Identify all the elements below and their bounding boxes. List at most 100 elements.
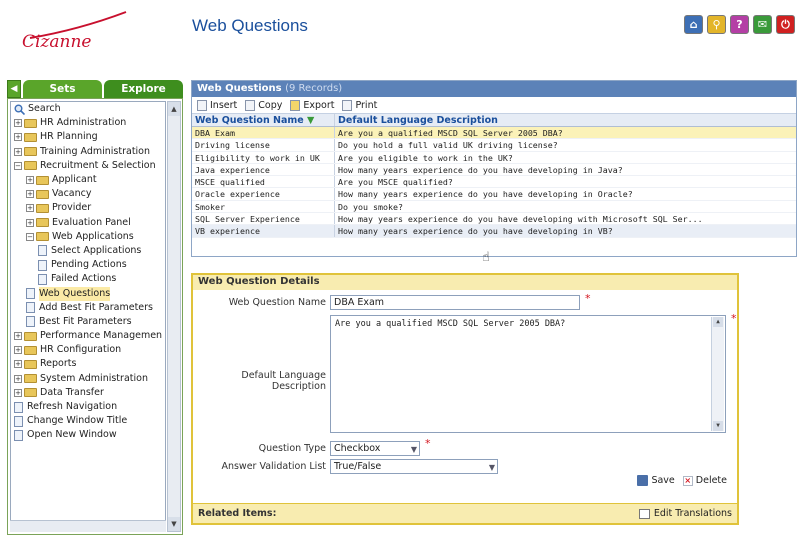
description-scrollbar[interactable]: ▲ ▼: [711, 317, 724, 431]
expand-icon[interactable]: +: [14, 374, 22, 383]
sidebar: ◀ Sets Explore Search + HR Administration +…: [7, 80, 183, 535]
sidebar-item-recruitment-selection[interactable]: − Recruitment & Selection: [11, 159, 165, 173]
sidebar-item-best-fit-parameters[interactable]: Best Fit Parameters: [11, 315, 165, 329]
table-row[interactable]: MSCE qualified Are you MSCE qualified?: [192, 176, 796, 189]
sidebar-item-failed-actions[interactable]: Failed Actions: [11, 272, 165, 286]
required-indicator: *: [585, 292, 591, 305]
scroll-down-icon[interactable]: ▼: [168, 517, 180, 531]
collapse-icon[interactable]: −: [14, 161, 22, 170]
sidebar-horizontal-scrollbar[interactable]: [10, 520, 166, 532]
cell-question-name: Eligibility to work in UK: [192, 151, 335, 163]
sidebar-item-web-applications[interactable]: − Web Applications: [11, 230, 165, 244]
sidebar-item-label: Change Window Title: [27, 415, 128, 427]
description-textarea[interactable]: Are you a qualified MSCD SQL Server 2005…: [330, 315, 726, 433]
help-icon[interactable]: ?: [730, 15, 749, 34]
sidebar-item-label: Search: [28, 103, 61, 115]
expand-icon[interactable]: +: [14, 360, 22, 369]
table-row[interactable]: DBA Exam Are you a qualified MSCD SQL Ser…: [192, 127, 796, 140]
copy-button[interactable]: Copy: [245, 99, 282, 111]
expand-icon[interactable]: +: [14, 133, 22, 142]
sidebar-scrollbar[interactable]: ▲ ▼: [167, 101, 181, 532]
expand-icon[interactable]: +: [14, 119, 22, 128]
cell-description: Are you a qualified MSCD SQL Server 2005…: [338, 128, 563, 138]
sidebar-item-label: Performance Managemen: [40, 330, 163, 342]
grid-rows: DBA Exam Are you a qualified MSCD SQL Ser…: [192, 127, 796, 238]
sidebar-item-hr-administration[interactable]: + HR Administration: [11, 116, 165, 130]
expand-icon[interactable]: +: [26, 190, 34, 199]
expand-icon[interactable]: +: [14, 332, 22, 341]
collapse-icon[interactable]: ◀: [7, 80, 21, 98]
insert-icon: [197, 99, 207, 111]
expand-icon[interactable]: +: [26, 204, 34, 213]
question-name-field[interactable]: DBA Exam: [330, 295, 580, 310]
cell-question-name: Java experience: [192, 163, 335, 176]
sidebar-item-select-applications[interactable]: Select Applications: [11, 244, 165, 258]
sidebar-item-pending-actions[interactable]: Pending Actions: [11, 258, 165, 272]
expand-icon[interactable]: +: [26, 218, 34, 227]
collapse-icon[interactable]: −: [26, 232, 34, 241]
insert-label: Insert: [210, 99, 238, 111]
sidebar-item-label: Data Transfer: [40, 386, 104, 398]
table-row[interactable]: VB experience How many years experience d…: [192, 225, 796, 238]
tab-sets[interactable]: Sets: [23, 80, 102, 98]
tab-explore[interactable]: Explore: [104, 80, 183, 98]
cell-description: How many years experience do you have de…: [338, 226, 613, 237]
sidebar-item-open-new-window[interactable]: Open New Window: [11, 428, 165, 442]
table-row[interactable]: Java experience How many years experience…: [192, 163, 796, 177]
sidebar-item-system-administration[interactable]: + System Administration: [11, 372, 165, 386]
scroll-down-icon[interactable]: ▼: [713, 421, 723, 431]
column-header-description[interactable]: Default Language Description: [335, 114, 796, 126]
print-button[interactable]: Print: [342, 99, 377, 111]
sidebar-item-data-transfer[interactable]: + Data Transfer: [11, 386, 165, 400]
expand-icon[interactable]: +: [14, 388, 22, 397]
table-row[interactable]: Eligibility to work in UK Are you eligibl…: [192, 151, 796, 164]
delete-button[interactable]: × Delete: [682, 475, 727, 486]
export-button[interactable]: Export: [290, 99, 335, 111]
record-count: (9 Records): [285, 83, 343, 94]
sidebar-item-reports[interactable]: + Reports: [11, 357, 165, 371]
table-row[interactable]: Oracle experience How many years experien…: [192, 188, 796, 201]
table-row[interactable]: Smoker Do you smoke?: [192, 200, 796, 214]
mail-icon[interactable]: ✉: [753, 15, 772, 34]
validation-list-select[interactable]: True/False ▼: [330, 459, 498, 474]
scroll-up-icon[interactable]: ▲: [713, 317, 723, 327]
expand-icon[interactable]: +: [14, 346, 22, 355]
scroll-up-icon[interactable]: ▲: [168, 102, 180, 116]
description-text: Are you a qualified MSCD SQL Server 2005…: [335, 319, 566, 329]
sidebar-item-provider[interactable]: + Provider: [11, 201, 165, 215]
grid-title: Web Questions: [197, 83, 282, 94]
sidebar-item-add-best-fit-parameters[interactable]: Add Best Fit Parameters: [11, 301, 165, 315]
description-label: Default Language Description: [241, 370, 326, 392]
expand-icon[interactable]: +: [26, 176, 34, 185]
save-button[interactable]: Save: [637, 475, 675, 486]
delete-label: Delete: [695, 475, 727, 486]
sidebar-item-performance-managemen[interactable]: + Performance Managemen: [11, 329, 165, 343]
power-icon[interactable]: ⏻: [776, 15, 795, 34]
sidebar-item-vacancy[interactable]: + Vacancy: [11, 187, 165, 201]
edit-translations-button[interactable]: Edit Translations: [638, 508, 732, 519]
expand-icon[interactable]: +: [14, 147, 22, 156]
sidebar-item-evaluation-panel[interactable]: + Evaluation Panel: [11, 216, 165, 230]
required-indicator: *: [425, 437, 431, 450]
sidebar-item-web-questions[interactable]: Web Questions: [11, 286, 165, 301]
insert-button[interactable]: Insert: [197, 99, 238, 111]
save-label: Save: [651, 475, 675, 486]
question-type-select[interactable]: Checkbox ▼: [330, 441, 420, 456]
sidebar-item-applicant[interactable]: + Applicant: [11, 173, 165, 187]
table-row[interactable]: SQL Server Experience How may years exper…: [192, 213, 796, 226]
sidebar-item-hr-configuration[interactable]: + HR Configuration: [11, 343, 165, 357]
page-title: Web Questions: [192, 16, 308, 35]
sidebar-item-search[interactable]: Search: [11, 102, 165, 116]
search-icon[interactable]: ⚲: [707, 15, 726, 34]
cell-description: Are you MSCE qualified?: [338, 177, 453, 188]
sidebar-item-label: HR Administration: [40, 117, 127, 129]
sidebar-item-training-administration[interactable]: + Training Administration: [11, 145, 165, 159]
sidebar-item-hr-planning[interactable]: + HR Planning: [11, 130, 165, 144]
export-label: Export: [303, 99, 335, 111]
folder-icon: [36, 218, 49, 228]
sidebar-item-change-window-title[interactable]: Change Window Title: [11, 414, 165, 428]
sidebar-item-refresh-navigation[interactable]: Refresh Navigation: [11, 400, 165, 414]
home-icon[interactable]: ⌂: [684, 15, 703, 34]
table-row[interactable]: Driving license Do you hold a full valid …: [192, 139, 796, 152]
column-header-name[interactable]: Web Question Name ▼: [192, 114, 335, 126]
